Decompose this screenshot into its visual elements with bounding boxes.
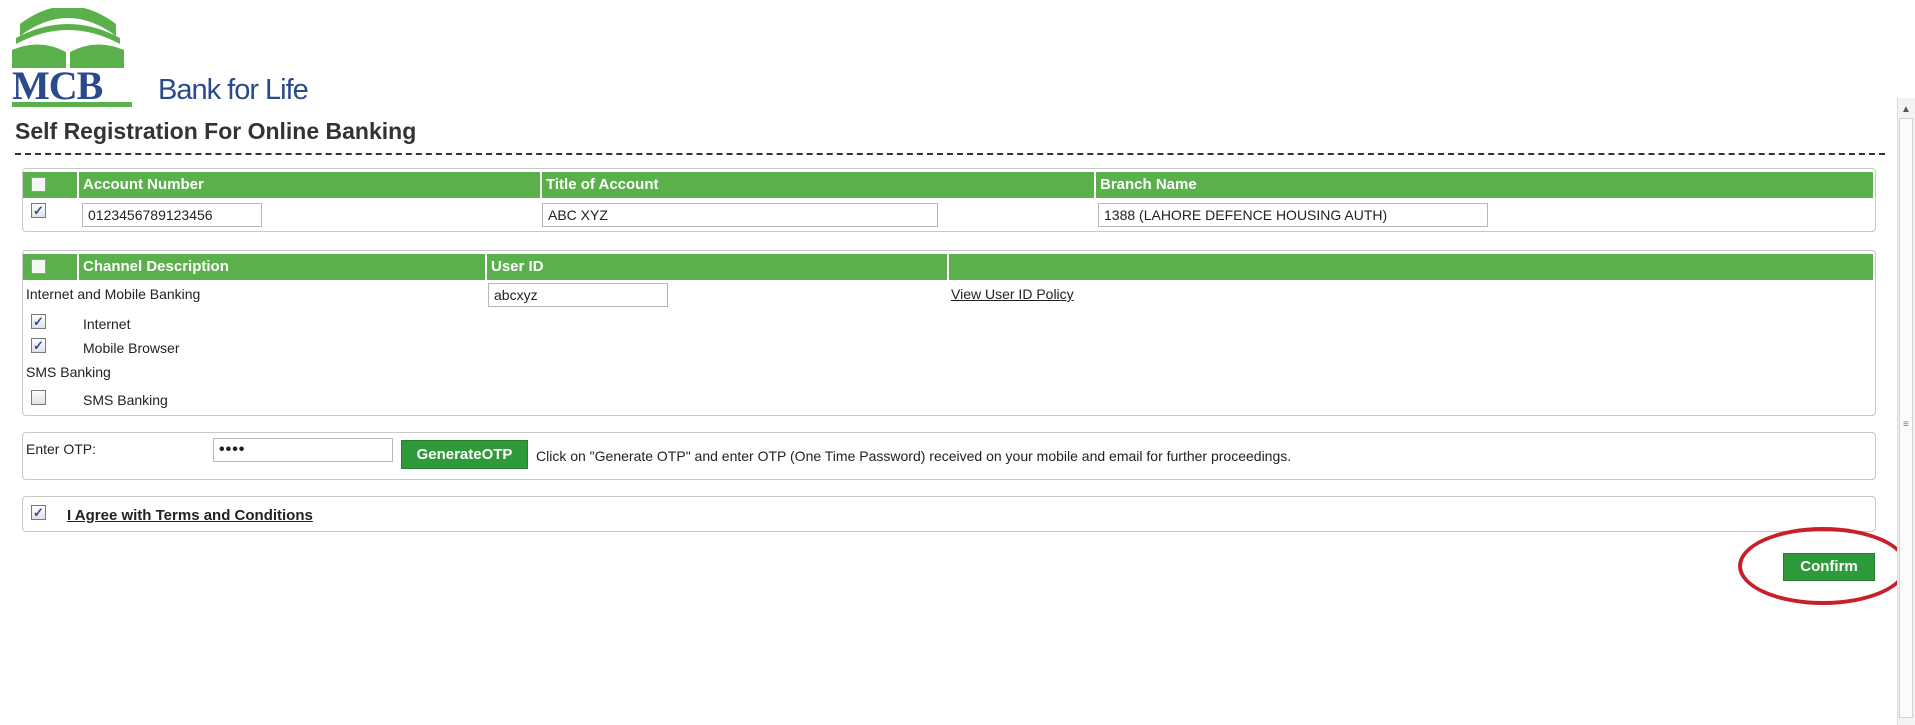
otp-input[interactable] [213, 438, 393, 462]
scrollbar-thumb[interactable]: ≡ [1899, 118, 1913, 718]
sms-banking-label: SMS Banking [83, 392, 168, 408]
logo-underline [12, 102, 132, 107]
channels-header-row: Channel Description User ID [23, 254, 1873, 280]
accounts-header-select-cell [23, 172, 79, 198]
scroll-up-icon[interactable]: ▲ [1901, 104, 1911, 115]
select-all-channels-checkbox[interactable] [31, 259, 46, 274]
otp-panel: Enter OTP: GenerateOTP Click on "Generat… [22, 432, 1876, 480]
otp-label: Enter OTP: [26, 441, 97, 457]
channels-header-select-cell [23, 254, 79, 280]
account-row-checkbox[interactable]: ✓ [31, 203, 46, 218]
internet-checkbox[interactable]: ✓ [31, 314, 46, 329]
accounts-header-row: Account Number Title of Account Branch N… [23, 172, 1873, 198]
mcb-logo-icon [12, 8, 124, 68]
header-channel-description: Channel Description [79, 254, 487, 280]
account-number-field[interactable] [82, 203, 262, 227]
header-title-of-account: Title of Account [542, 172, 1096, 198]
logo-tagline: Bank for Life [158, 74, 309, 106]
otp-instructions: Click on "Generate OTP" and enter OTP (O… [536, 448, 1292, 464]
header-branch-name: Branch Name [1100, 176, 1197, 193]
confirm-button[interactable]: Confirm [1783, 553, 1875, 581]
agree-terms-checkbox[interactable]: ✓ [31, 505, 46, 520]
header-blank [949, 254, 1873, 280]
channel-group-internet-mobile: Internet and Mobile Banking [26, 286, 201, 302]
sms-banking-checkbox[interactable] [31, 390, 46, 405]
logo-wordmark: MCB [12, 63, 103, 108]
page-title: Self Registration For Online Banking [15, 118, 417, 144]
mcb-logo: MCB Bank for Life [10, 8, 330, 107]
select-all-accounts-checkbox[interactable] [31, 177, 46, 192]
header-user-id: User ID [487, 254, 949, 280]
view-user-id-policy-link[interactable]: View User ID Policy [951, 286, 1074, 302]
vertical-scrollbar[interactable]: ▲ ≡ [1897, 98, 1915, 725]
channels-panel: Channel Description User ID Internet and… [22, 250, 1876, 416]
user-id-input[interactable] [488, 283, 668, 307]
title-of-account-field[interactable] [542, 203, 938, 227]
generate-otp-button[interactable]: GenerateOTP [401, 440, 528, 469]
branch-name-field[interactable] [1098, 203, 1488, 227]
scroll-grip-icon: ≡ [1903, 419, 1909, 430]
header-account-number: Account Number [79, 172, 542, 198]
terms-and-conditions-link[interactable]: I Agree with Terms and Conditions [67, 507, 313, 524]
accounts-panel: Account Number Title of Account Branch N… [22, 168, 1876, 232]
mobile-browser-checkbox[interactable]: ✓ [31, 338, 46, 353]
channel-group-sms: SMS Banking [26, 364, 111, 380]
terms-panel: ✓ I Agree with Terms and Conditions [22, 496, 1876, 532]
mobile-browser-label: Mobile Browser [83, 340, 180, 356]
internet-label: Internet [83, 316, 131, 332]
title-divider [15, 153, 1885, 155]
